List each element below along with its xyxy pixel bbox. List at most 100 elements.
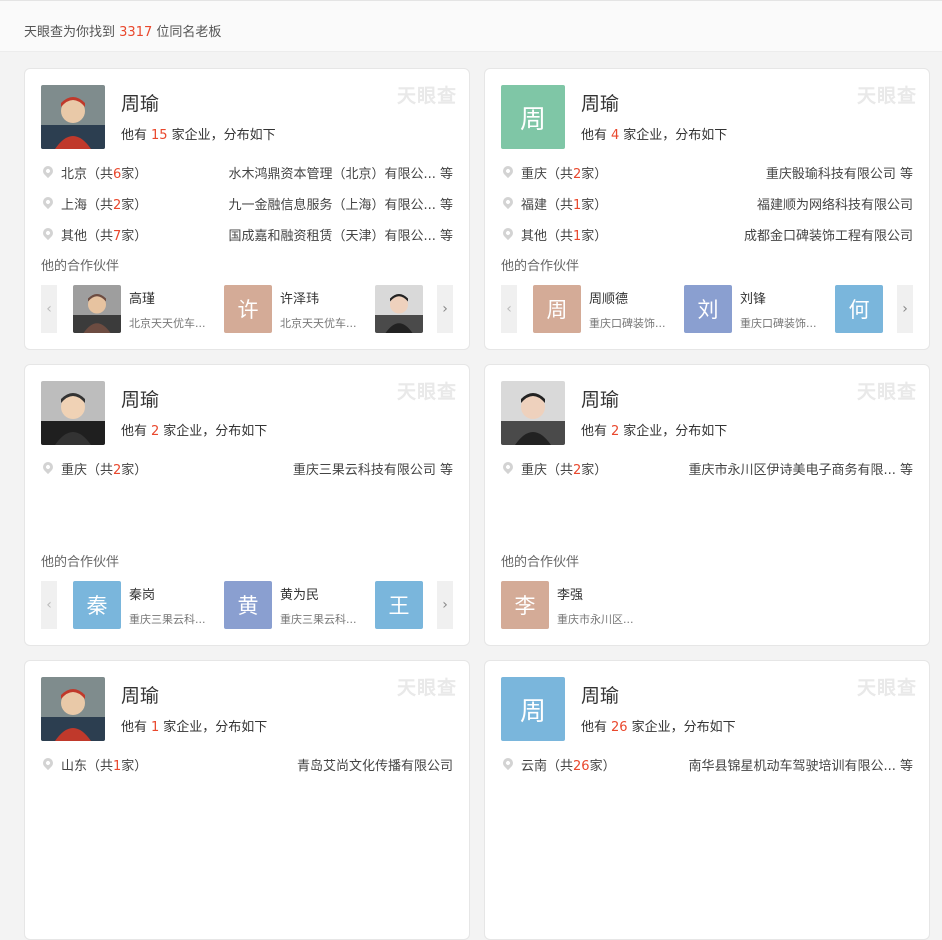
partners-title: 他的合作伙伴 bbox=[41, 555, 120, 570]
boss-card[interactable]: 天眼查 周瑜他有 15 家企业，分布如下北京（共6家） 水木鸿鼎资本管理（北京）有限公.… bbox=[24, 68, 470, 350]
boss-name[interactable]: 周瑜 bbox=[581, 681, 619, 708]
company-summary: 他有 1 家企业，分布如下 bbox=[121, 720, 268, 735]
boss-avatar[interactable]: 周 bbox=[501, 85, 565, 149]
partner-item[interactable]: 许许泽玮北京天天优车... bbox=[224, 285, 374, 333]
region-name: 重庆（共2家） bbox=[61, 463, 148, 478]
partner-item[interactable]: 李李强 重庆市永川区... bbox=[501, 581, 651, 629]
region-name: 山东（共1家） bbox=[61, 759, 148, 774]
partners-carousel: ‹ 高瑾 北京天天优车... 许许泽玮北京天天优车... › bbox=[41, 285, 453, 333]
location-pin-icon bbox=[500, 225, 516, 241]
region-name: 福建（共1家） bbox=[521, 198, 608, 213]
company-summary: 他有 4 家企业，分布如下 bbox=[581, 128, 728, 143]
carousel-next-button[interactable]: › bbox=[897, 285, 913, 333]
partner-avatar[interactable]: 秦 bbox=[73, 581, 121, 629]
partner-name[interactable]: 周顺德 bbox=[589, 288, 628, 307]
tianyancha-watermark: 天眼查 bbox=[856, 85, 917, 107]
partner-avatar[interactable]: 李 bbox=[501, 581, 549, 629]
company-summary: 他有 2 家企业，分布如下 bbox=[581, 424, 728, 439]
region-row: 重庆（共2家） 重庆三果云科技有限公司 等 bbox=[40, 459, 453, 490]
boss-avatar[interactable] bbox=[41, 381, 105, 445]
partners-title: 他的合作伙伴 bbox=[41, 259, 120, 274]
region-row: 重庆（共2家） 重庆市永川区伊诗美电子商务有限... 等 bbox=[500, 459, 913, 490]
partner-avatar[interactable]: 王 bbox=[375, 581, 423, 629]
company-summary: 他有 26 家企业，分布如下 bbox=[581, 720, 736, 735]
location-pin-icon bbox=[40, 194, 56, 210]
tianyancha-watermark: 天眼查 bbox=[856, 381, 917, 403]
partner-avatar[interactable]: 刘 bbox=[684, 285, 732, 333]
company-count: 2 bbox=[611, 424, 620, 439]
partner-item[interactable]: 周周顺德 重庆口碑装饰... bbox=[533, 285, 683, 333]
region-list: 山东（共1家） 青岛艾尚文化传播有限公司 bbox=[40, 755, 453, 786]
boss-avatar[interactable]: 周 bbox=[501, 677, 565, 741]
region-company-link[interactable]: 重庆三果云科技有限公司 等 bbox=[293, 459, 453, 478]
company-count: 1 bbox=[151, 720, 160, 735]
partner-avatar[interactable]: 许 bbox=[224, 285, 272, 333]
region-company-link[interactable]: 成都金口碑装饰工程有限公司 bbox=[744, 225, 913, 244]
partner-item[interactable]: 王 bbox=[375, 581, 423, 629]
region-list: 重庆（共2家） 重庆市永川区伊诗美电子商务有限... 等 bbox=[500, 459, 913, 490]
partner-name[interactable]: 秦岗 bbox=[129, 584, 155, 603]
partner-item[interactable]: 何 bbox=[835, 285, 883, 333]
chevron-right-icon: › bbox=[442, 301, 448, 317]
partner-name[interactable]: 黄为民 bbox=[280, 584, 319, 603]
boss-card[interactable]: 周 天眼查 周瑜 他有 4 家企业，分布如下 重庆（共2家） 重庆骰瑜科技有限公司 等福建（共… bbox=[484, 68, 930, 350]
carousel-prev-button[interactable]: ‹ bbox=[41, 581, 57, 629]
partner-item[interactable]: 黄黄为民 重庆三果云科... bbox=[224, 581, 374, 629]
boss-card[interactable]: 天眼查 周瑜 他有 1 家企业，分布如下 山东（共1家） 青岛艾尚文化传播有限公司 bbox=[24, 660, 470, 940]
partner-name[interactable]: 高瑾 bbox=[129, 288, 155, 307]
region-company-link[interactable]: 重庆市永川区伊诗美电子商务有限... 等 bbox=[688, 459, 913, 478]
partners-title: 他的合作伙伴 bbox=[501, 555, 580, 570]
partner-avatar[interactable]: 何 bbox=[835, 285, 883, 333]
boss-name[interactable]: 周瑜 bbox=[121, 89, 159, 116]
chevron-right-icon: › bbox=[442, 597, 448, 613]
partner-item[interactable] bbox=[375, 285, 423, 333]
partner-name[interactable]: 许泽玮 bbox=[280, 288, 319, 307]
region-row: 上海（共2家） 九一金融信息服务（上海）有限公... 等 bbox=[40, 194, 453, 225]
boss-card[interactable]: 天眼查 周瑜 他有 2 家企业，分布如下 重庆（共2家） 重庆三果云科技有限公司 等他的合作… bbox=[24, 364, 470, 646]
carousel-prev-button[interactable]: ‹ bbox=[41, 285, 57, 333]
region-company-link[interactable]: 福建顺为网络科技有限公司 bbox=[757, 194, 913, 213]
partner-name[interactable]: 李强 bbox=[557, 584, 583, 603]
boss-name[interactable]: 周瑜 bbox=[121, 681, 159, 708]
partner-name[interactable]: 刘锋 bbox=[740, 288, 766, 307]
boss-name[interactable]: 周瑜 bbox=[581, 89, 619, 116]
region-row: 山东（共1家） 青岛艾尚文化传播有限公司 bbox=[40, 755, 453, 786]
partner-company: 北京天天优车... bbox=[280, 317, 357, 330]
partner-avatar[interactable] bbox=[73, 285, 121, 333]
region-list: 重庆（共2家） 重庆骰瑜科技有限公司 等福建（共1家） 福建顺为网络科技有限公司 其他… bbox=[500, 163, 913, 256]
partner-item[interactable]: 高瑾 北京天天优车... bbox=[73, 285, 223, 333]
boss-avatar[interactable] bbox=[501, 381, 565, 445]
partner-avatar[interactable] bbox=[375, 285, 423, 333]
region-name: 云南（共26家） bbox=[521, 759, 616, 774]
region-company-link[interactable]: 重庆骰瑜科技有限公司 等 bbox=[766, 163, 913, 182]
region-company-link[interactable]: 国成嘉和融资租赁（天津）有限公... 等 bbox=[228, 225, 453, 244]
tianyancha-watermark: 天眼查 bbox=[396, 85, 457, 107]
partner-item[interactable]: 刘刘锋 重庆口碑装饰... bbox=[684, 285, 834, 333]
boss-name[interactable]: 周瑜 bbox=[581, 385, 619, 412]
carousel-next-button[interactable]: › bbox=[437, 285, 453, 333]
partner-avatar[interactable]: 周 bbox=[533, 285, 581, 333]
partner-item[interactable]: 秦秦岗重庆三果云科... bbox=[73, 581, 223, 629]
region-row: 其他（共1家） 成都金口碑装饰工程有限公司 bbox=[500, 225, 913, 256]
partner-company: 重庆三果云科... bbox=[129, 613, 206, 626]
carousel-next-button[interactable]: › bbox=[437, 581, 453, 629]
carousel-prev-button[interactable]: ‹ bbox=[501, 285, 517, 333]
location-pin-icon bbox=[40, 459, 56, 475]
company-summary: 他有 15 家企业，分布如下 bbox=[121, 128, 276, 143]
partner-avatar[interactable]: 黄 bbox=[224, 581, 272, 629]
boss-avatar[interactable] bbox=[41, 677, 105, 741]
person-photo-icon bbox=[375, 285, 423, 333]
company-count: 15 bbox=[151, 128, 168, 143]
boss-avatar[interactable] bbox=[41, 85, 105, 149]
region-name: 北京（共6家） bbox=[61, 167, 148, 182]
boss-card[interactable]: 周 天眼查 周瑜 他有 26 家企业，分布如下 云南（共26家） 南华县锦星机动车驾驶培训有限… bbox=[484, 660, 930, 940]
boss-name[interactable]: 周瑜 bbox=[121, 385, 159, 412]
boss-card[interactable]: 天眼查 周瑜他有 2 家企业，分布如下重庆（共2家） 重庆市永川区伊诗美电子商务有限..… bbox=[484, 364, 930, 646]
person-photo-icon bbox=[501, 381, 565, 445]
region-company-link[interactable]: 南华县锦星机动车驾驶培训有限公... 等 bbox=[688, 755, 913, 774]
region-company-link[interactable]: 水木鸿鼎资本管理（北京）有限公... 等 bbox=[228, 163, 453, 182]
region-list: 重庆（共2家） 重庆三果云科技有限公司 等 bbox=[40, 459, 453, 490]
region-company-link[interactable]: 九一金融信息服务（上海）有限公... 等 bbox=[228, 194, 453, 213]
region-name: 上海（共2家） bbox=[61, 198, 148, 213]
region-company-link[interactable]: 青岛艾尚文化传播有限公司 bbox=[297, 755, 453, 774]
